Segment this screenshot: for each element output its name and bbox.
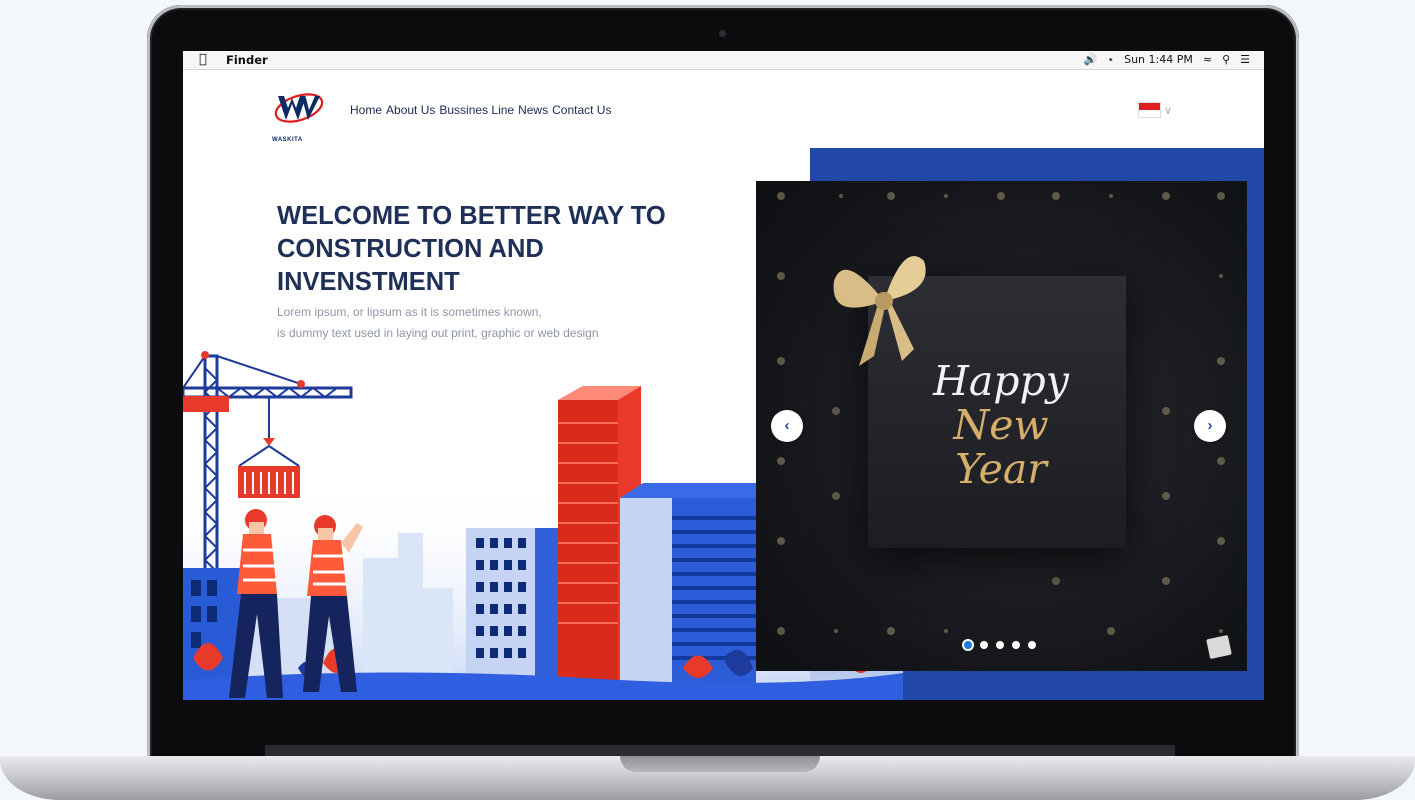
indonesia-flag-icon <box>1138 102 1161 118</box>
slide-text-new: New <box>953 401 1049 449</box>
hero-title: WELCOME TO BETTER WAY TO CONSTRUCTION AN… <box>277 202 666 296</box>
logo-text: WASKITA <box>272 137 303 143</box>
search-icon[interactable]: ⚲ <box>1222 53 1230 66</box>
carousel-dot-1[interactable] <box>964 641 972 649</box>
wifi-icon[interactable]: ≈ <box>1203 53 1212 66</box>
nav-contact-us[interactable]: Contact Us <box>552 103 611 117</box>
carousel-dot-4[interactable] <box>1012 641 1020 649</box>
clock[interactable]: Sun 1:44 PM <box>1124 53 1193 66</box>
waskita-logo[interactable] <box>272 88 326 130</box>
slide-greeting: Happy New Year <box>896 359 1106 491</box>
finder-menu[interactable]: Finder <box>226 53 268 67</box>
ribbon-bow-icon <box>833 256 926 366</box>
nav-news[interactable]: News <box>518 103 548 117</box>
hero-carousel[interactable]: Happy New Year ‹ › <box>756 181 1247 671</box>
carousel-dot-3[interactable] <box>996 641 1004 649</box>
carousel-next-button[interactable]: › <box>1194 410 1226 442</box>
carousel-dots <box>964 641 1036 649</box>
hero-subtitle-line-1: Lorem ipsum, or lipsum as it is sometime… <box>277 305 542 319</box>
camera-icon <box>719 30 726 37</box>
carousel-dot-2[interactable] <box>980 641 988 649</box>
nav-home[interactable]: Home <box>350 103 382 117</box>
os-menubar:  Finder 🔊 ⋆ Sun 1:44 PM ≈ ⚲ ☰ <box>183 51 1264 70</box>
main-nav: Home About Us Bussines Line News Contact… <box>350 103 611 117</box>
hero-section: WELCOME TO BETTER WAY TO CONSTRUCTION AN… <box>183 148 1264 700</box>
slide-text-year: Year <box>955 445 1047 493</box>
list-icon[interactable]: ☰ <box>1240 53 1250 66</box>
chevron-down-icon: ∨ <box>1164 104 1173 117</box>
nav-about-us[interactable]: About Us <box>386 103 435 117</box>
language-selector[interactable]: ∨ <box>1138 102 1172 118</box>
carousel-prev-button[interactable]: ‹ <box>771 410 803 442</box>
slide-text-happy: Happy <box>933 357 1069 405</box>
menubar-status: 🔊 ⋆ Sun 1:44 PM ≈ ⚲ ☰ <box>1084 53 1251 66</box>
apple-icon[interactable]:  <box>199 52 207 67</box>
volume-icon[interactable]: 🔊 <box>1084 53 1098 66</box>
laptop-screen:  Finder 🔊 ⋆ Sun 1:44 PM ≈ ⚲ ☰ WASKITA H… <box>183 51 1264 700</box>
site-header: WASKITA Home About Us Bussines Line News… <box>183 70 1264 149</box>
nav-business-line[interactable]: Bussines Line <box>439 103 514 117</box>
bluetooth-icon[interactable]: ⋆ <box>1107 53 1114 66</box>
carousel-dot-5[interactable] <box>1028 641 1036 649</box>
laptop-notch <box>620 756 820 772</box>
